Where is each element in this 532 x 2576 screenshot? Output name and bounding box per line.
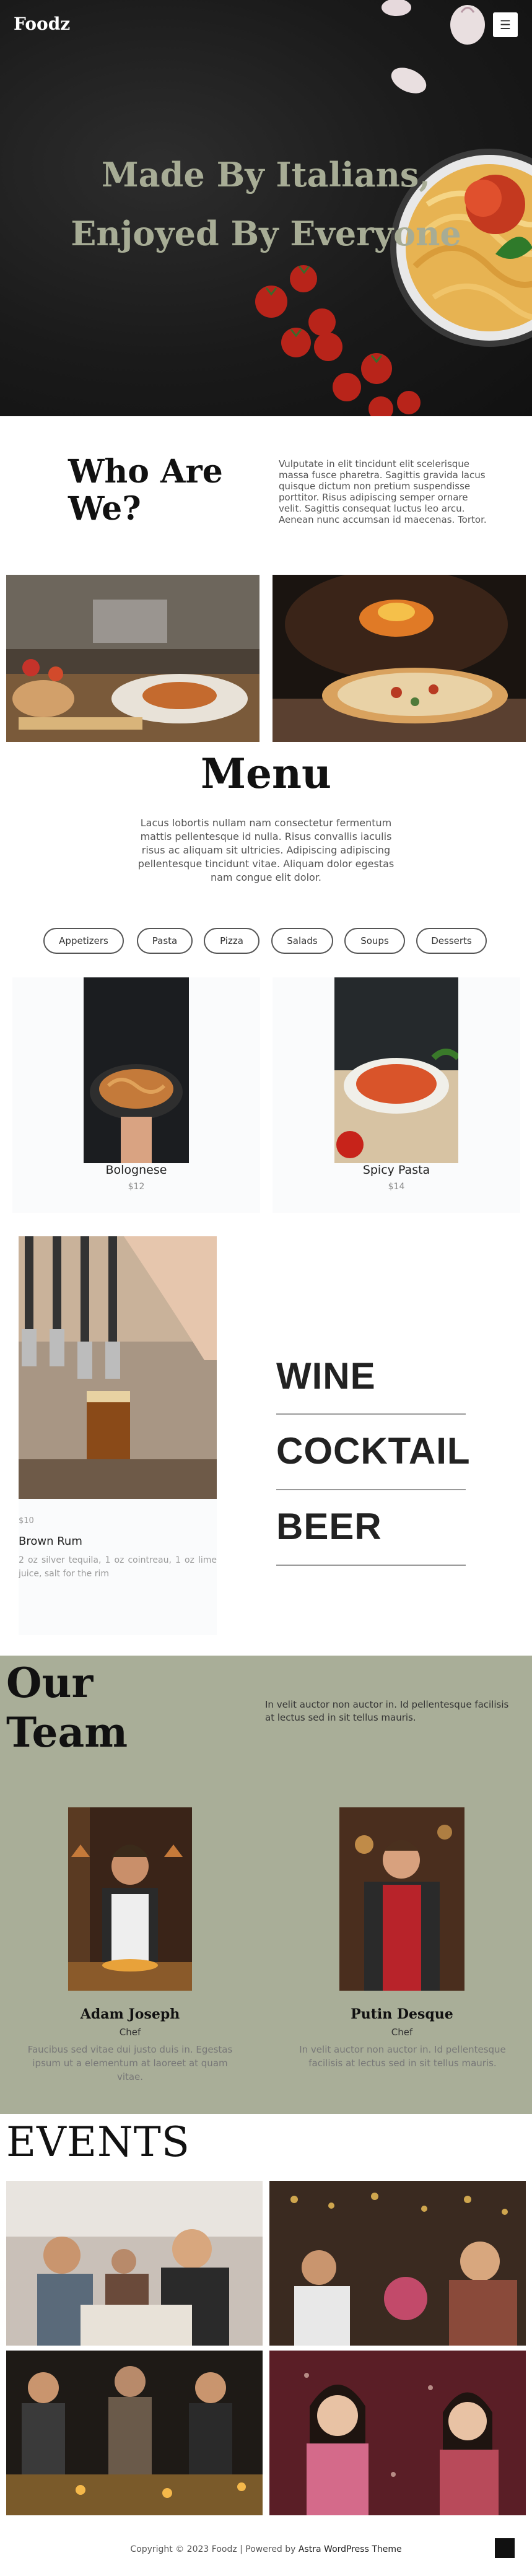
footer-copyright: Copyright © 2023 Foodz | Powered by bbox=[130, 2544, 299, 2554]
event-photo-celebration bbox=[269, 2181, 526, 2346]
team-text: In velit auctor non auctor in. Id pellen… bbox=[265, 1699, 509, 1723]
scroll-to-top-button[interactable] bbox=[495, 2538, 515, 2558]
team-member-role: Chef bbox=[391, 2027, 413, 2038]
team-title-line1: Our bbox=[6, 1659, 94, 1707]
team-member-name: Putin Desque bbox=[351, 2006, 453, 2022]
menu-card-bolognese[interactable]: Bolognese $12 bbox=[12, 977, 260, 1213]
divider bbox=[276, 1413, 466, 1415]
category-pasta[interactable]: Pasta bbox=[137, 928, 193, 954]
team-title: Our Team bbox=[6, 1658, 128, 1757]
pizza-scene-image bbox=[273, 575, 526, 742]
spicy-pasta-image bbox=[334, 977, 458, 1163]
team-member-bio: Faucibus sed vitae dui justo duis in. Eg… bbox=[27, 2044, 233, 2082]
team-member-bio: In velit auctor non auctor in. Id pellen… bbox=[299, 2044, 506, 2069]
team-member-role: Chef bbox=[119, 2027, 141, 2038]
drink-card[interactable]: $10 Brown Rum 2 oz silver tequila, 1 oz … bbox=[19, 1236, 217, 1635]
event-photo-party-women bbox=[269, 2351, 526, 2515]
category-desserts[interactable]: Desserts bbox=[416, 928, 487, 954]
about-text: Vulputate in elit tincidunt elit sceleri… bbox=[279, 458, 487, 525]
brand-logo[interactable]: Foodz bbox=[14, 14, 70, 34]
drink-description: 2 oz silver tequila, 1 oz cointreau, 1 o… bbox=[19, 1555, 217, 1579]
category-appetizers[interactable]: Appetizers bbox=[43, 928, 124, 954]
menu-card-spicy-pasta[interactable]: Spicy Pasta $14 bbox=[273, 977, 520, 1213]
category-pizza[interactable]: Pizza bbox=[204, 928, 259, 954]
event-photo-dinner-party bbox=[6, 2181, 263, 2346]
chef-putin-photo bbox=[339, 1807, 464, 1991]
menu-title: Menu bbox=[200, 749, 332, 798]
kitchen-scene-image bbox=[6, 575, 259, 742]
divider bbox=[276, 1565, 466, 1566]
event-photo-bar-crowd bbox=[6, 2351, 263, 2515]
team-title-line2: Team bbox=[6, 1708, 128, 1757]
divider bbox=[276, 1489, 466, 1490]
category-soups[interactable]: Soups bbox=[344, 928, 405, 954]
hero-headline-line2: Enjoyed By Everyone bbox=[71, 214, 461, 253]
team-member-name: Adam Joseph bbox=[80, 2006, 180, 2022]
menu-item-name: Bolognese bbox=[105, 1163, 167, 1177]
footer-theme-link[interactable]: Astra WordPress Theme bbox=[299, 2544, 402, 2554]
drink-price: $10 bbox=[19, 1516, 34, 1526]
drinks-category-cocktail[interactable]: COCKTAIL bbox=[276, 1430, 471, 1472]
menu-item-name: Spicy Pasta bbox=[362, 1163, 430, 1177]
hero-food-illustration bbox=[255, 0, 532, 416]
menu-item-price: $14 bbox=[388, 1182, 405, 1192]
category-salads[interactable]: Salads bbox=[271, 928, 333, 954]
kitchen-photo bbox=[6, 575, 259, 742]
menu-item-price: $12 bbox=[128, 1182, 145, 1192]
about-title-line2: We? bbox=[68, 490, 141, 528]
about-title: Who Are We? bbox=[68, 453, 223, 528]
hamburger-icon[interactable]: ☰ bbox=[493, 12, 518, 37]
hero-banner: Foodz ☰ Made By Italians, Enjoyed By Eve… bbox=[0, 0, 532, 416]
menu-text: Lacus lobortis nullam nam consectetur fe… bbox=[137, 817, 395, 883]
bolognese-image bbox=[84, 977, 189, 1163]
drinks-category-wine[interactable]: WINE bbox=[276, 1355, 376, 1397]
beer-tap-image bbox=[19, 1236, 217, 1499]
pizza-oven-photo bbox=[273, 575, 526, 742]
chef-adam-photo bbox=[68, 1807, 192, 1991]
drinks-category-beer[interactable]: BEER bbox=[276, 1505, 382, 1548]
hero-headline-line1: Made By Italians, bbox=[101, 155, 431, 194]
about-title-line1: Who Are bbox=[68, 453, 223, 491]
events-title: EVENTS bbox=[6, 2118, 191, 2166]
drink-name: Brown Rum bbox=[19, 1535, 82, 1548]
footer: Copyright © 2023 Foodz | Powered by Astr… bbox=[0, 2544, 532, 2554]
